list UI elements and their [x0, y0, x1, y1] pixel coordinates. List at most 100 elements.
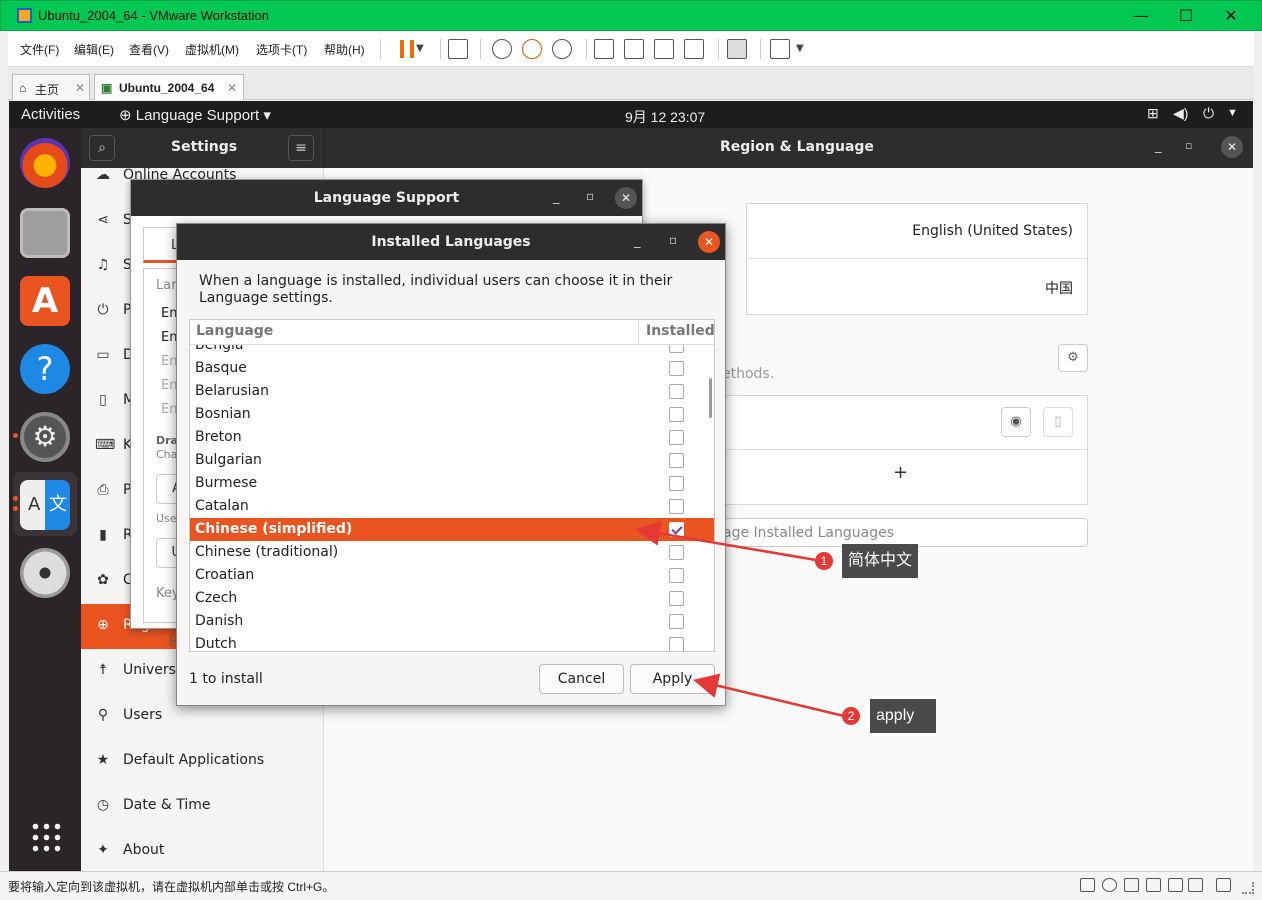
- menu-tabs[interactable]: 选项卡(T): [256, 41, 307, 58]
- language-row[interactable]: English (United States): [747, 204, 1087, 259]
- close-button[interactable]: ✕: [698, 231, 720, 253]
- close-icon[interactable]: ✕: [227, 81, 237, 95]
- installed-checkbox[interactable]: [669, 568, 684, 583]
- language-list[interactable]: Language Installed Bengla Basque Belarusia…: [189, 319, 715, 652]
- sidebar-item-date-time[interactable]: ◷ Date & Time: [81, 784, 323, 829]
- settings-icon[interactable]: ⚙: [20, 412, 70, 462]
- language-row[interactable]: Croatian: [190, 564, 714, 587]
- menu-file[interactable]: 文件(F): [20, 41, 59, 58]
- send-ctrl-alt-del-icon[interactable]: [448, 39, 468, 59]
- language-row[interactable]: Chinese (traditional): [190, 541, 714, 564]
- installed-checkbox[interactable]: [669, 591, 684, 606]
- language-row[interactable]: Bulgarian: [190, 449, 714, 472]
- hamburger-menu-icon[interactable]: ≡: [288, 135, 314, 161]
- installed-checkbox[interactable]: [669, 430, 684, 445]
- chevron-down-icon[interactable]: ▼: [796, 43, 804, 54]
- show-apps-icon[interactable]: [30, 821, 62, 853]
- close-button[interactable]: ✕: [1221, 136, 1243, 158]
- language-row[interactable]: Dutch: [190, 633, 714, 651]
- close-button[interactable]: ✕: [1219, 5, 1243, 27]
- installed-checkbox[interactable]: [669, 476, 684, 491]
- eye-icon[interactable]: ◉: [1001, 407, 1031, 437]
- snapshot-icon[interactable]: [492, 39, 512, 59]
- maximize-button[interactable]: ▫: [1185, 139, 1192, 152]
- trash-icon[interactable]: ▯: [1043, 407, 1073, 437]
- help-icon[interactable]: ?: [20, 344, 70, 394]
- resize-grip-icon[interactable]: [1242, 882, 1254, 894]
- clock[interactable]: 9月 12 23:07: [625, 107, 705, 127]
- list-scrollbar[interactable]: [709, 378, 712, 418]
- language-row[interactable]: Breton: [190, 426, 714, 449]
- minimize-button[interactable]: —: [1129, 5, 1153, 27]
- language-row[interactable]: Basque: [190, 357, 714, 380]
- sound-icon[interactable]: [1168, 878, 1183, 892]
- installed-checkbox[interactable]: [669, 499, 684, 514]
- language-support-icon[interactable]: A文: [20, 480, 70, 530]
- formats-row[interactable]: 中国: [747, 259, 1087, 315]
- network-adapter-icon[interactable]: [1124, 878, 1139, 892]
- language-row[interactable]: Catalan: [190, 495, 714, 518]
- language-item[interactable]: En: [161, 378, 177, 393]
- unity-icon[interactable]: [684, 39, 704, 59]
- apply-button[interactable]: Apply: [630, 664, 715, 694]
- search-icon[interactable]: ⌕: [89, 135, 115, 161]
- cancel-button[interactable]: Cancel: [539, 664, 624, 694]
- manage-installed-languages-button[interactable]: age Installed Languages: [722, 518, 1088, 547]
- language-item[interactable]: En: [161, 306, 177, 321]
- usb-icon[interactable]: [1146, 878, 1161, 892]
- app-menu[interactable]: ⊕ Language Support ▾: [119, 106, 271, 124]
- language-row[interactable]: Belarusian: [190, 380, 714, 403]
- menu-help[interactable]: 帮助(H): [324, 41, 365, 58]
- activities-button[interactable]: Activities: [21, 106, 80, 123]
- sidebar-item-about[interactable]: ✦ About: [81, 829, 323, 871]
- maximize-button[interactable]: ▫: [586, 189, 594, 203]
- thumbnail-view-icon[interactable]: [624, 39, 644, 59]
- installed-checkbox[interactable]: [669, 361, 684, 376]
- language-row[interactable]: Chinese (simplified): [190, 518, 714, 541]
- dvd-icon[interactable]: [20, 548, 70, 598]
- column-installed[interactable]: Installed: [638, 320, 714, 345]
- library-view-icon[interactable]: [594, 39, 614, 59]
- display-icon[interactable]: [1188, 878, 1203, 892]
- installed-checkbox[interactable]: [669, 453, 684, 468]
- close-button[interactable]: ✕: [615, 187, 637, 209]
- console-icon[interactable]: [727, 39, 747, 59]
- minimize-button[interactable]: _: [553, 190, 560, 205]
- hdd-icon[interactable]: [1080, 878, 1095, 892]
- language-item[interactable]: En: [161, 402, 177, 417]
- maximize-button[interactable]: ☐: [1174, 5, 1198, 27]
- menu-vm[interactable]: 虚拟机(M): [185, 41, 239, 58]
- fullscreen-icon[interactable]: [654, 39, 674, 59]
- message-icon[interactable]: [1216, 878, 1231, 892]
- gear-icon[interactable]: ⚙: [1058, 344, 1088, 372]
- files-icon[interactable]: [20, 208, 70, 258]
- language-item[interactable]: En: [161, 330, 177, 345]
- chevron-down-icon[interactable]: ▼: [1227, 107, 1238, 119]
- language-row[interactable]: Danish: [190, 610, 714, 633]
- cdrom-icon[interactable]: [1102, 878, 1117, 892]
- installed-checkbox[interactable]: [669, 614, 684, 629]
- language-item[interactable]: En: [161, 354, 177, 369]
- menu-edit[interactable]: 编辑(E): [74, 41, 114, 58]
- pause-icon[interactable]: [400, 40, 414, 58]
- installed-checkbox-checked[interactable]: [669, 522, 684, 537]
- tab-home[interactable]: ⌂ 主页 ✕: [12, 74, 90, 100]
- column-language[interactable]: Language: [196, 323, 273, 339]
- snapshot-manager-icon[interactable]: [552, 39, 572, 59]
- chevron-down-icon[interactable]: ▼: [416, 43, 424, 54]
- volume-icon[interactable]: ◀): [1173, 105, 1188, 122]
- menu-view[interactable]: 查看(V): [129, 41, 169, 58]
- input-source-row[interactable]: ◉ ▯: [723, 396, 1087, 450]
- language-row[interactable]: Burmese: [190, 472, 714, 495]
- network-icon[interactable]: ⊞: [1147, 105, 1159, 122]
- stretch-icon[interactable]: [770, 39, 790, 59]
- installed-checkbox[interactable]: [669, 384, 684, 399]
- add-input-source-icon[interactable]: +: [893, 462, 908, 483]
- revert-snapshot-icon[interactable]: [522, 39, 542, 59]
- close-icon[interactable]: ✕: [75, 81, 85, 95]
- installed-checkbox[interactable]: [669, 407, 684, 422]
- language-row[interactable]: Bosnian: [190, 403, 714, 426]
- installed-checkbox[interactable]: [669, 545, 684, 560]
- sidebar-item-default-applications[interactable]: ★ Default Applications: [81, 739, 323, 784]
- tab-ubuntu[interactable]: ▣ Ubuntu_2004_64 ✕: [94, 74, 244, 100]
